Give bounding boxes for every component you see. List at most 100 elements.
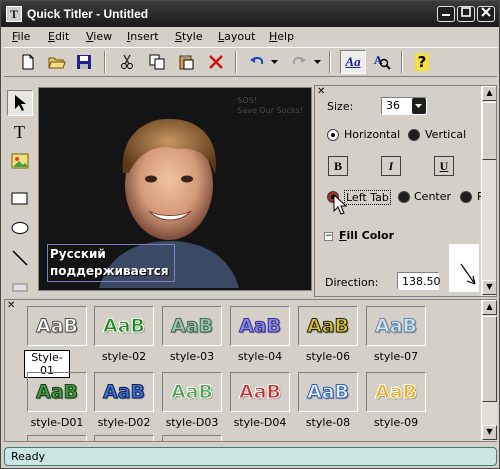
menu-bar: File Edit View Insert Style Layout Help: [1, 27, 499, 46]
gallery-close-icon[interactable]: ✕: [7, 300, 15, 311]
gallery-scroll-up-button[interactable]: ▲: [482, 300, 497, 315]
italic-icon: I: [388, 158, 394, 173]
style-tile-label[interactable]: style-03: [157, 350, 227, 363]
paste-button[interactable]: [173, 50, 199, 74]
line-tool[interactable]: [7, 245, 33, 271]
style-tile-label[interactable]: style-D03: [157, 416, 227, 429]
copy-icon: [149, 54, 165, 70]
scroll-up-button[interactable]: ▲: [482, 86, 496, 101]
bold-icon: B: [333, 158, 342, 173]
style-tile[interactable]: [94, 435, 154, 441]
menu-insert[interactable]: Insert: [127, 30, 159, 43]
style-tile[interactable]: [162, 435, 222, 441]
style-preview-text: AaB: [35, 381, 78, 404]
menu-layout[interactable]: Layout: [218, 30, 255, 43]
title-bar[interactable]: T Quick Titler - Untitled: [1, 1, 499, 27]
size-value: 36: [386, 99, 400, 112]
ellipse-tool-icon: [11, 222, 29, 234]
fill-color-heading[interactable]: Fill Color: [339, 229, 394, 242]
toolbar-separator: [104, 51, 106, 73]
direction-input[interactable]: 138.50: [397, 272, 441, 290]
style-tile[interactable]: AaB: [298, 372, 358, 412]
style-tile[interactable]: AaB: [162, 306, 222, 346]
open-button[interactable]: [44, 50, 70, 74]
direction-preview[interactable]: [448, 243, 480, 293]
properties-scrollbar[interactable]: ▲ ▼: [481, 86, 496, 296]
menu-help[interactable]: Help: [269, 30, 294, 43]
gallery-scrollbar[interactable]: ▲ ▼: [481, 300, 497, 441]
close-button[interactable]: [477, 6, 495, 22]
gallery-scroll-down-button[interactable]: ▼: [482, 425, 497, 440]
style-tile[interactable]: AaB: [366, 372, 426, 412]
style-tile[interactable]: AaB: [230, 306, 290, 346]
style-tile-label[interactable]: style-08: [293, 416, 363, 429]
text-style-icon: Aa: [345, 54, 361, 69]
more-tools[interactable]: [7, 280, 33, 294]
scroll-thumb[interactable]: [482, 102, 496, 160]
cut-button[interactable]: [114, 50, 140, 74]
style-tile-label[interactable]: style-D02: [89, 416, 159, 429]
new-button[interactable]: [15, 50, 41, 74]
right-tab-radio[interactable]: [460, 191, 472, 203]
text-tool[interactable]: T: [7, 119, 33, 145]
style-tile-label[interactable]: style-04: [225, 350, 295, 363]
help-button[interactable]: ?: [409, 50, 435, 74]
status-bar: Ready: [4, 447, 497, 466]
copy-button[interactable]: [144, 50, 170, 74]
fill-color-collapse-toggle[interactable]: −: [324, 232, 333, 241]
style-tile[interactable]: AaB: [366, 306, 426, 346]
center-tab-label: Center: [414, 190, 452, 203]
style-tile-label[interactable]: style-02: [89, 350, 159, 363]
menu-style[interactable]: Style: [175, 30, 203, 43]
style-tile[interactable]: AaB: [27, 372, 87, 412]
center-tab-radio[interactable]: [398, 191, 410, 203]
style-tile[interactable]: [27, 435, 87, 441]
style-tile-label[interactable]: style-D04: [225, 416, 295, 429]
open-folder-icon: [48, 57, 66, 69]
chevron-down-icon: [415, 104, 422, 108]
text-search-button[interactable]: A: [369, 50, 395, 74]
maximize-button[interactable]: [457, 6, 475, 22]
italic-button[interactable]: I: [381, 156, 401, 176]
scroll-down-button[interactable]: ▼: [482, 280, 496, 295]
vertical-radio[interactable]: [408, 129, 420, 141]
undo-button[interactable]: [244, 50, 270, 74]
minimize-button[interactable]: [437, 6, 455, 22]
style-tile-label[interactable]: style-06: [293, 350, 363, 363]
underline-button[interactable]: U: [434, 156, 454, 176]
text-style-button[interactable]: Aa: [340, 50, 366, 74]
save-button[interactable]: [71, 50, 97, 74]
redo-button[interactable]: [286, 50, 312, 74]
text-caption-box[interactable]: Русский поддерживается: [47, 244, 175, 282]
style-tile[interactable]: AaB: [27, 306, 87, 346]
style-tile[interactable]: AaB: [94, 306, 154, 346]
redo-dropdown[interactable]: [312, 50, 324, 74]
select-tool[interactable]: [7, 90, 33, 116]
style-tile[interactable]: AaB: [94, 372, 154, 412]
menu-edit[interactable]: Edit: [48, 30, 69, 43]
new-file-icon: [22, 54, 34, 70]
title-canvas[interactable]: SOS! Save Our Socks! Русский поддерживае…: [38, 87, 312, 291]
gallery-scroll-thumb[interactable]: [482, 316, 497, 402]
size-combobox[interactable]: 36: [381, 97, 427, 115]
menu-file[interactable]: File: [12, 30, 30, 43]
horizontal-radio[interactable]: [327, 129, 339, 141]
style-tile[interactable]: AaB: [298, 306, 358, 346]
style-tile[interactable]: AaB: [230, 372, 290, 412]
panel-close-icon[interactable]: ✕: [317, 86, 325, 97]
app-logo-icon: T: [6, 6, 22, 22]
chevron-down-icon: [271, 60, 278, 64]
delete-button[interactable]: [203, 50, 229, 74]
image-tool[interactable]: [7, 148, 33, 174]
style-tile-label[interactable]: style-D01: [22, 416, 92, 429]
undo-dropdown[interactable]: [269, 50, 281, 74]
size-dropdown-button[interactable]: [412, 98, 426, 114]
rectangle-tool[interactable]: [7, 186, 33, 212]
text-search-icon: A: [373, 54, 391, 70]
style-tile-label[interactable]: style-07: [361, 350, 431, 363]
style-tile-label[interactable]: style-09: [361, 416, 431, 429]
style-tile[interactable]: AaB: [162, 372, 222, 412]
ellipse-tool[interactable]: [7, 215, 33, 241]
menu-view[interactable]: View: [86, 30, 112, 43]
bold-button[interactable]: B: [328, 156, 348, 176]
